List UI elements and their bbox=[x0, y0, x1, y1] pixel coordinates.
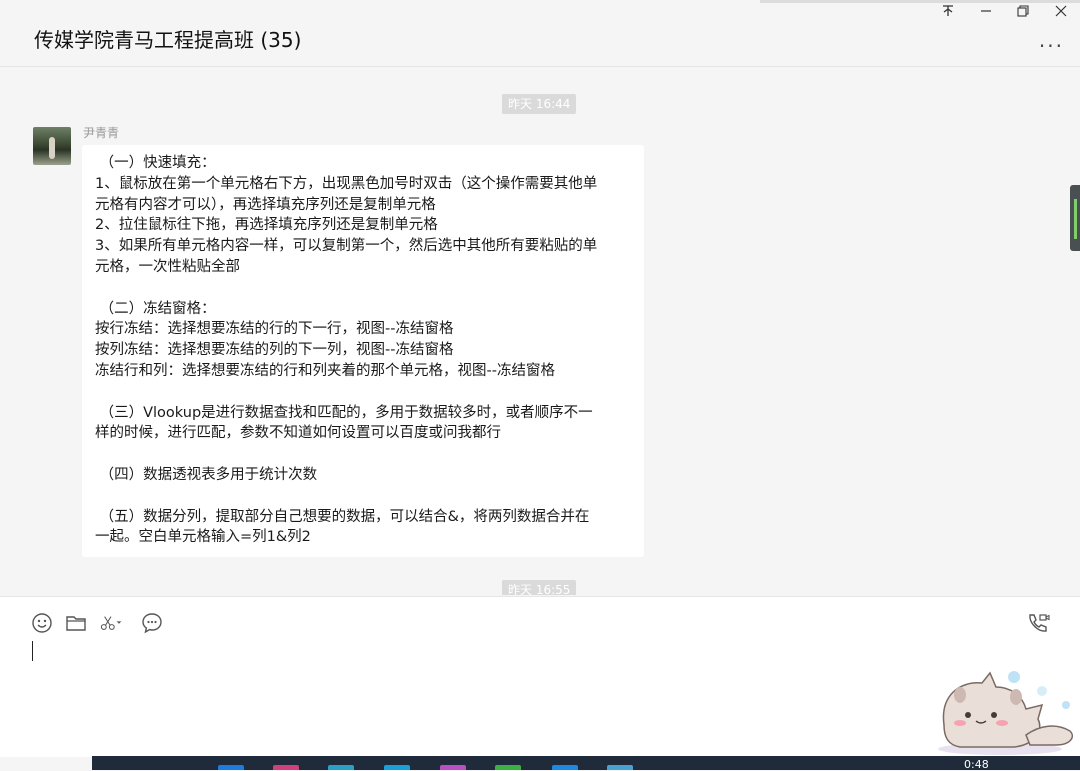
message-bubble[interactable]: （一）快速填充： 1、鼠标放在第一个单元格右下方，出现黑色加号时双击（这个操作需要… bbox=[82, 145, 644, 557]
restore-icon bbox=[1017, 5, 1029, 17]
chat-title: 传媒学院青马工程提高班 (35) bbox=[34, 28, 302, 52]
message-line: （三）Vlookup是进行数据查找和匹配的，多用于数据较多时，或者顺序不一 bbox=[95, 404, 593, 421]
message-line: （五）数据分列，提取部分自己想要的数据，可以结合&，将两列数据合并在 bbox=[95, 508, 590, 525]
close-button[interactable] bbox=[1049, 4, 1073, 24]
time-tag: 昨天 16:44 bbox=[502, 94, 577, 114]
pin-button[interactable] bbox=[936, 4, 960, 24]
scrollbar-thumb[interactable] bbox=[1070, 185, 1080, 251]
message-line: 按列冻结：选择想要冻结的列的下一列，视图--冻结窗格 bbox=[95, 342, 454, 359]
pin-icon bbox=[943, 5, 953, 16]
video-call-button[interactable] bbox=[1026, 611, 1050, 635]
message-line bbox=[95, 382, 634, 403]
text-caret bbox=[32, 641, 33, 661]
video-call-icon bbox=[1029, 614, 1050, 632]
system-taskbar bbox=[92, 756, 1080, 770]
message-line: （四）数据透视表多用于统计次数 bbox=[95, 466, 318, 483]
taskbar-app-icon[interactable] bbox=[273, 765, 299, 770]
message-line bbox=[95, 444, 634, 465]
avatar[interactable] bbox=[33, 127, 71, 165]
message-line: 1、鼠标放在第一个单元格右下方，出现黑色加号时双击（这个操作需要其他单 bbox=[95, 175, 598, 192]
send-file-button[interactable] bbox=[64, 611, 88, 635]
chat-bubble-icon bbox=[142, 613, 162, 634]
scissors-icon bbox=[100, 616, 122, 630]
taskbar-app-icon[interactable] bbox=[384, 765, 410, 770]
message-line bbox=[95, 278, 634, 299]
message-line: （二）冻结窗格： bbox=[95, 300, 216, 317]
minimize-button[interactable] bbox=[974, 4, 998, 24]
taskbar-app-icon[interactable] bbox=[218, 765, 244, 770]
close-icon bbox=[1055, 5, 1067, 17]
message-line: 元格，一次性粘贴全部 bbox=[95, 258, 240, 275]
title-bar: 传媒学院青马工程提高班 (35) ··· bbox=[0, 0, 1080, 67]
time-tag: 昨天 16:55 bbox=[502, 580, 577, 595]
cat-sticker-image bbox=[938, 671, 1074, 755]
message-line: 一起。空白单元格输入=列1&列2 bbox=[95, 529, 311, 546]
sender-name: 尹青青 bbox=[83, 126, 120, 140]
message-line: 2、拉住鼠标往下拖，再选择填充序列还是复制单元格 bbox=[95, 217, 438, 234]
message-line bbox=[95, 486, 634, 507]
taskbar-app-icon[interactable] bbox=[440, 765, 466, 770]
emoji-icon bbox=[32, 613, 52, 633]
chat-history-button[interactable] bbox=[140, 611, 164, 635]
message-line: （一）快速填充： bbox=[95, 155, 216, 171]
taskbar-app-icon[interactable] bbox=[328, 765, 354, 770]
taskbar-app-icon[interactable] bbox=[607, 765, 633, 770]
more-options-button[interactable]: ··· bbox=[1039, 34, 1064, 58]
message-line: 元格有内容才可以），再选择填充序列还是复制单元格 bbox=[95, 196, 436, 213]
taskbar-app-icon[interactable] bbox=[495, 765, 521, 770]
taskbar-app-icon[interactable] bbox=[552, 765, 578, 770]
message-line: 按行冻结：选择想要冻结的行的下一行，视图--冻结窗格 bbox=[95, 321, 454, 338]
folder-icon bbox=[66, 616, 86, 631]
message-line: 样的时候，进行匹配，参数不知道如何设置可以百度或问我都行 bbox=[95, 425, 501, 442]
chat-history[interactable]: 昨天 16:44 尹青青 （一）快速填充： 1、鼠标放在第一个单元格右下方，出现黑… bbox=[0, 67, 1080, 595]
message-input-area[interactable] bbox=[0, 596, 1080, 757]
screenshot-button[interactable] bbox=[99, 611, 129, 635]
top-divider bbox=[760, 0, 1080, 3]
message-line: 3、如果所有单元格内容一样，可以复制第一个，然后选中其他所有要粘贴的单 bbox=[95, 238, 598, 255]
minimize-icon bbox=[981, 10, 991, 12]
emoji-button[interactable] bbox=[30, 611, 54, 635]
message-line: 冻结行和列：选择想要冻结的行和列夹着的那个单元格，视图--冻结窗格 bbox=[95, 362, 555, 379]
taskbar-clock: 0:48 bbox=[964, 758, 989, 771]
restore-button[interactable] bbox=[1011, 4, 1035, 24]
